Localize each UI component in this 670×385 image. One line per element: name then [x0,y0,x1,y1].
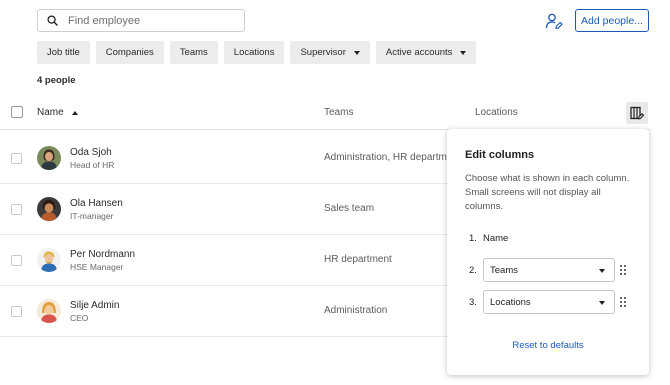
column-number: 2. [469,265,477,276]
column-2-select[interactable]: Teams [483,258,615,282]
add-people-button[interactable]: Add people... [575,9,649,32]
person-role: IT-manager [70,211,114,221]
drag-handle-icon[interactable] [619,264,627,276]
popover-description: Choose what is shown in each column. Sma… [465,173,630,212]
person-teams: Administration [324,305,388,316]
search-input[interactable] [68,14,228,27]
row-checkbox[interactable] [11,204,22,215]
row-checkbox[interactable] [11,255,22,266]
people-count: 4 people [37,75,76,86]
column-number: 3. [469,297,477,308]
filter-label: Supervisor [300,47,346,58]
filter-active-accounts[interactable]: Active accounts [375,41,477,64]
caret-down-icon [599,269,605,273]
avatar [37,197,61,221]
person-name[interactable]: Oda Sjoh [70,147,112,158]
column-header-label: Name [37,107,64,118]
person-teams: Sales team [324,203,375,214]
search-icon [47,15,58,26]
filter-job-title[interactable]: Job title [37,41,90,64]
column-item-name: Name [483,233,509,244]
person-name[interactable]: Silje Admin [70,300,119,311]
drag-handle-icon[interactable] [619,296,627,308]
person-teams: Administration, HR department [324,152,461,163]
column-header-name[interactable]: Name [37,107,78,118]
table-header: Name Teams Locations [0,100,650,130]
select-value: Locations [490,296,531,308]
caret-down-icon [460,50,467,55]
edit-columns-popover: Edit columns Choose what is shown in eac… [447,129,649,375]
filter-supervisor[interactable]: Supervisor [290,41,370,64]
edit-columns-button[interactable] [626,102,648,124]
filter-label: Active accounts [385,47,453,58]
person-name[interactable]: Ola Hansen [70,198,123,209]
sort-ascending-icon [71,110,78,115]
caret-down-icon [599,301,605,305]
column-number: 1. [469,233,477,244]
filter-bar: Job title Companies Teams Locations Supe… [37,41,477,64]
avatar [37,146,61,170]
person-role: HSE Manager [70,262,124,272]
person-role: Head of HR [70,160,115,170]
filter-locations[interactable]: Locations [223,41,285,64]
filter-companies[interactable]: Companies [95,41,164,64]
search-field[interactable] [37,9,245,32]
column-header-locations[interactable]: Locations [475,107,518,118]
person-teams: HR department [324,254,392,265]
user-edit-icon[interactable] [545,12,563,30]
caret-down-icon [353,50,360,55]
column-3-select[interactable]: Locations [483,290,615,314]
popover-title: Edit columns [465,149,535,161]
reset-defaults-link[interactable]: Reset to defaults [447,340,649,351]
person-role: CEO [70,313,89,323]
filter-label: Companies [105,47,154,58]
filter-label: Teams [179,47,208,58]
column-header-teams[interactable]: Teams [324,107,353,118]
select-value: Teams [490,264,518,276]
filter-label: Locations [233,47,275,58]
avatar [37,299,61,323]
person-name[interactable]: Per Nordmann [70,249,135,260]
select-all-checkbox[interactable] [11,106,23,118]
edit-columns-icon [630,106,644,120]
filter-label: Job title [47,47,80,58]
avatar [37,248,61,272]
filter-teams[interactable]: Teams [169,41,218,64]
row-checkbox[interactable] [11,153,22,164]
row-checkbox[interactable] [11,306,22,317]
